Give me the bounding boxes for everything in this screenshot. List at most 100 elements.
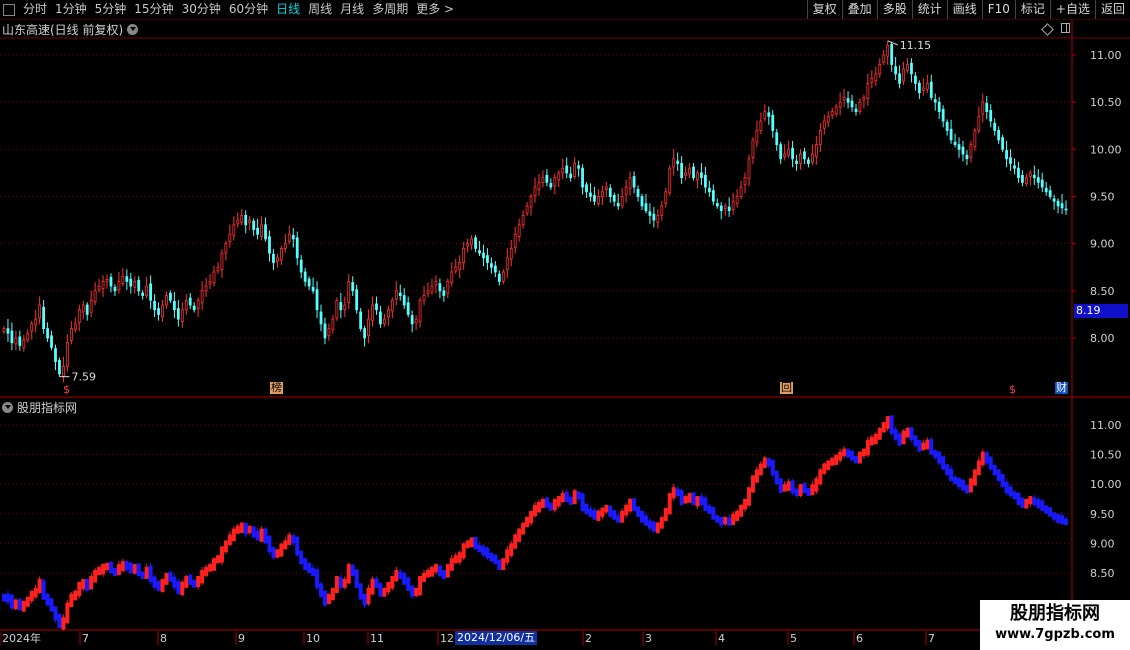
sub-bar (901, 430, 906, 445)
candle-body (664, 191, 668, 205)
sub-bar (675, 488, 680, 497)
sub-bar (461, 543, 466, 559)
chart-canvas[interactable]: 11.00 10.50 10.00 9.50 9.00 8.50 8.00 11.00 10.5… (0, 0, 1130, 650)
candle-body (529, 196, 533, 208)
candle-body (517, 224, 521, 237)
candle-body (442, 290, 446, 296)
sub-bar (830, 457, 835, 466)
candle-body (1032, 174, 1036, 179)
sub-axis-label: 10.00 (1090, 478, 1122, 491)
candle-body (434, 280, 438, 286)
date-label: 2 (585, 632, 592, 645)
candle-body (367, 318, 370, 337)
candle-body (220, 252, 224, 270)
sub-bar (152, 576, 157, 588)
candle-body (604, 186, 608, 190)
candle-body (743, 177, 747, 186)
candle-body (295, 237, 299, 259)
sub-bar (429, 567, 434, 577)
sub-bar (921, 442, 926, 451)
main-axis-label: 11.00 (1090, 49, 1122, 62)
marker-bang[interactable]: 榜 (270, 382, 283, 394)
sub-bar (592, 510, 597, 520)
sub-bar (933, 450, 938, 458)
sub-bar (144, 567, 149, 579)
candle-body (704, 174, 707, 188)
marker-dollar-1[interactable]: $ (63, 384, 70, 396)
sub-bar (330, 587, 335, 601)
sub-bar (61, 617, 66, 630)
candle-body (240, 214, 244, 223)
chevron-down-icon[interactable] (2, 402, 13, 413)
candle-body (941, 108, 945, 122)
marker-dollar-2[interactable]: $ (1009, 384, 1016, 396)
sub-bar (73, 590, 78, 601)
candle-body (589, 192, 592, 197)
sub-indicator-title-bar: 股朋指标网 (2, 399, 77, 416)
candle-body (204, 285, 208, 292)
candle-body (600, 191, 604, 197)
date-label: 10 (306, 632, 320, 645)
candle-body (965, 154, 969, 160)
sub-bar (754, 469, 759, 483)
sub-bar (33, 587, 38, 598)
marker-hui[interactable]: 回 (780, 382, 793, 394)
sub-bar (243, 522, 248, 535)
date-label: 2024年 (2, 631, 41, 645)
sub-bar (600, 507, 605, 517)
candle-body (1060, 203, 1064, 209)
candle-body (121, 276, 125, 285)
sub-bar (937, 451, 942, 464)
sub-bar (1052, 512, 1057, 520)
date-label: 4 (718, 632, 725, 645)
candle-body (303, 271, 307, 282)
candle-body (1052, 198, 1056, 202)
candle-body (914, 75, 917, 84)
candle-body (319, 311, 323, 325)
main-axis-label: 8.50 (1090, 285, 1115, 298)
candle-body (644, 203, 648, 212)
sub-bar (223, 540, 228, 553)
candle-body (993, 122, 997, 131)
candle-body (252, 220, 256, 230)
candle-body (696, 172, 699, 181)
sub-bar (873, 433, 878, 445)
sub-bar (231, 528, 236, 542)
candle-body (537, 181, 541, 190)
candle-body (933, 99, 937, 103)
candle-body (264, 224, 267, 240)
sub-bar (869, 436, 874, 446)
sub-bar (374, 578, 379, 588)
watermark: 股朋指标网 www.7gpzb.com (980, 600, 1130, 650)
candle-body (1048, 190, 1052, 197)
sub-bar (370, 578, 375, 595)
candle-body (608, 187, 612, 197)
candle-body (490, 263, 493, 268)
sub-bar (326, 593, 331, 605)
sub-bar (394, 570, 399, 582)
candle-body (1001, 137, 1005, 150)
sub-bar (263, 528, 268, 544)
candle-body (244, 214, 248, 226)
sub-bar (1012, 491, 1017, 499)
sub-bar (418, 575, 423, 596)
sub-bar (1036, 499, 1041, 508)
sub-bar (782, 484, 787, 492)
candle-body (97, 285, 101, 291)
sub-bar (164, 573, 169, 585)
marker-cai[interactable]: 财 (1055, 382, 1068, 394)
candle-body (680, 163, 684, 179)
candle-body (759, 120, 763, 131)
sub-bar (212, 558, 217, 571)
sub-bar (552, 499, 557, 511)
candle-body (549, 183, 553, 188)
candle-body (268, 236, 271, 254)
main-axis-label: 10.00 (1090, 143, 1122, 156)
sub-bar (925, 439, 930, 450)
candle-body (287, 233, 291, 242)
candle-body (172, 300, 176, 311)
sub-bar (687, 493, 692, 503)
candle-body (109, 276, 113, 287)
sub-bar (390, 575, 395, 589)
sub-bar (414, 587, 419, 596)
